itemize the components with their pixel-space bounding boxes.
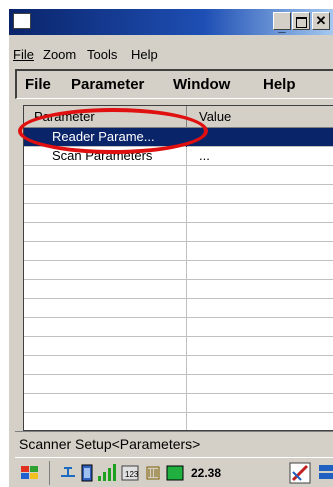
cell-parameter: Scan Parameters	[24, 147, 187, 166]
cell-parameter	[24, 299, 187, 318]
title-bar: _ ✕	[9, 9, 333, 35]
table-row[interactable]	[24, 166, 333, 185]
cell-value	[187, 128, 333, 147]
cell-value	[187, 166, 333, 185]
cell-value	[187, 242, 333, 261]
table-row[interactable]	[24, 299, 333, 318]
taskbar-divider	[49, 461, 50, 485]
table-row[interactable]	[24, 337, 333, 356]
keyboard-icon[interactable]: 123	[121, 464, 139, 482]
table-row[interactable]	[24, 185, 333, 204]
taskbar: 123 22.38	[15, 457, 333, 487]
minimize-icon: _	[278, 19, 286, 34]
cell-parameter	[24, 337, 187, 356]
menu-help-label: Help	[131, 47, 158, 62]
battery-icon[interactable]	[81, 463, 93, 483]
cell-value	[187, 261, 333, 280]
menu-file-label: File	[13, 47, 34, 62]
column-header-parameter[interactable]: Parameter	[24, 106, 187, 127]
cell-parameter	[24, 223, 187, 242]
table-row[interactable]	[24, 413, 333, 430]
cell-parameter	[24, 413, 187, 430]
minimize-button[interactable]: _	[273, 12, 291, 34]
maximize-button[interactable]	[292, 12, 310, 30]
cell-value	[187, 375, 333, 394]
cell-value	[187, 394, 333, 413]
cell-value	[187, 337, 333, 356]
maximize-icon	[295, 17, 307, 28]
table-row[interactable]	[24, 394, 333, 413]
cell-parameter: Reader Parame...	[24, 128, 187, 147]
cell-parameter	[24, 242, 187, 261]
table-row[interactable]	[24, 223, 333, 242]
barcode-icon[interactable]	[145, 463, 163, 483]
cell-parameter	[24, 280, 187, 299]
table-row[interactable]	[24, 356, 333, 375]
cell-value	[187, 299, 333, 318]
table-row[interactable]	[24, 261, 333, 280]
cell-value	[187, 356, 333, 375]
menu-zoom-label: Zoom	[43, 47, 77, 62]
pen-icon[interactable]	[289, 462, 311, 484]
cell-parameter	[24, 356, 187, 375]
table-row[interactable]: Reader Parame...	[24, 128, 333, 147]
clock[interactable]: 22.38	[191, 466, 221, 480]
table-row[interactable]: Scan Parameters...	[24, 147, 333, 166]
app-window-icon	[13, 13, 31, 29]
menu2-window[interactable]: Window	[173, 76, 230, 93]
cell-parameter	[24, 261, 187, 280]
primary-menubar: File Zoom Tools Help	[9, 37, 333, 62]
table-row[interactable]	[24, 318, 333, 337]
desktop-icon[interactable]	[317, 462, 333, 484]
signal-icon[interactable]	[97, 463, 117, 483]
menu2-parameter[interactable]: Parameter	[71, 76, 144, 93]
column-header-value[interactable]: Value	[187, 106, 333, 127]
cell-parameter	[24, 394, 187, 413]
table-row[interactable]	[24, 280, 333, 299]
grid-header: Parameter Value	[24, 106, 333, 128]
cell-parameter	[24, 375, 187, 394]
cell-value	[187, 280, 333, 299]
start-flag-icon[interactable]	[19, 463, 41, 483]
cell-value	[187, 413, 333, 430]
battery-green-icon[interactable]	[165, 463, 185, 483]
network-icon[interactable]	[59, 464, 79, 482]
table-row[interactable]	[24, 242, 333, 261]
secondary-menubar: File Parameter Window Help	[15, 69, 333, 99]
svg-text:123: 123	[125, 470, 139, 479]
cell-value	[187, 185, 333, 204]
application-window: _ ✕ File Zoom Tools Help File Parameter …	[8, 8, 333, 487]
status-bar: Scanner Setup<Parameters>	[15, 431, 333, 455]
cell-value	[187, 204, 333, 223]
status-text: Scanner Setup<Parameters>	[19, 436, 201, 452]
table-row[interactable]	[24, 375, 333, 394]
cell-value: ...	[199, 148, 210, 163]
cell-value	[187, 318, 333, 337]
table-row[interactable]	[24, 204, 333, 223]
parameter-grid: Parameter Value Reader Parame... Scan Par…	[23, 105, 333, 431]
cell-parameter	[24, 185, 187, 204]
cell-parameter	[24, 166, 187, 185]
cell-value	[187, 223, 333, 242]
close-button[interactable]: ✕	[312, 12, 330, 30]
cell-parameter	[24, 318, 187, 337]
menu2-file[interactable]: File	[25, 76, 51, 93]
menu-tools-label: Tools	[87, 47, 118, 62]
menu2-help[interactable]: Help	[263, 76, 296, 93]
close-icon: ✕	[315, 13, 327, 28]
cell-parameter	[24, 204, 187, 223]
